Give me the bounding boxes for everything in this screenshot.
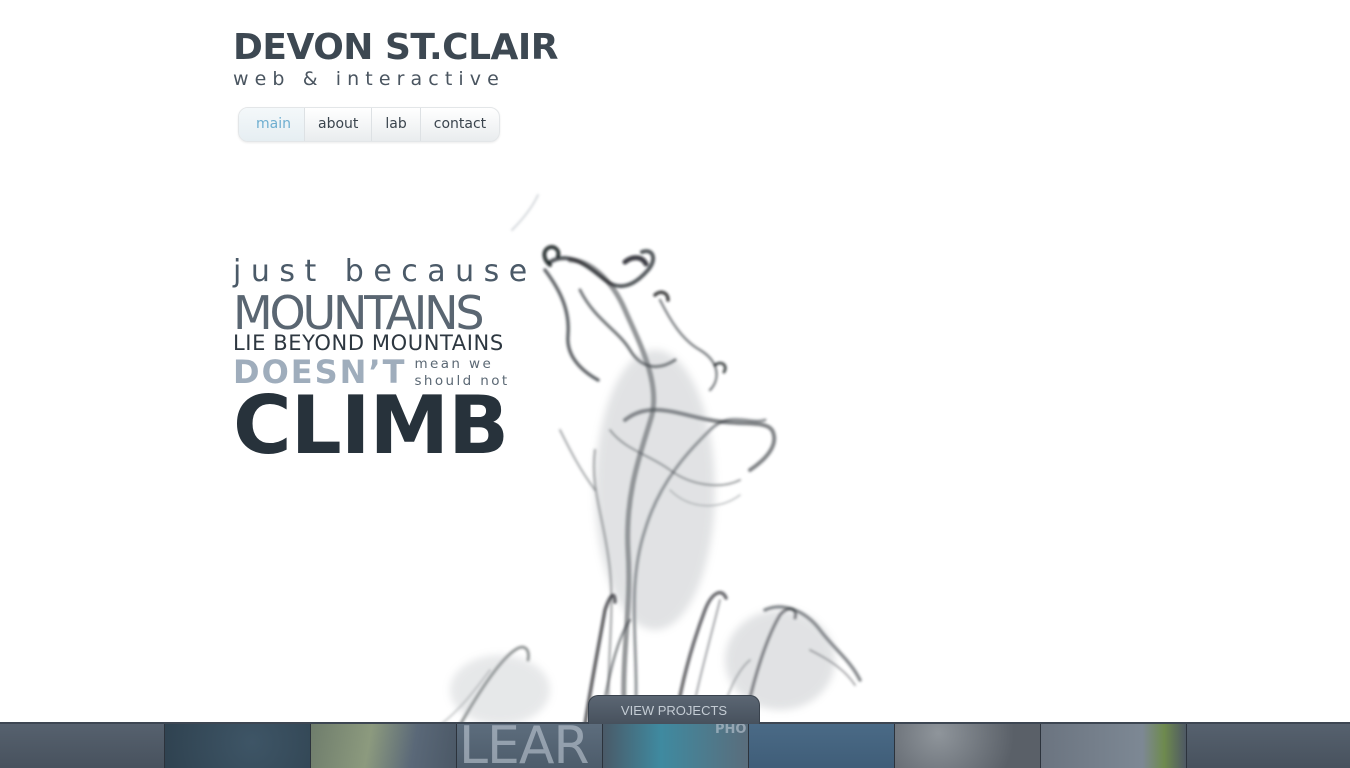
project-thumb-4[interactable]: LEAR [457, 724, 603, 768]
nav-item-contact[interactable]: contact [419, 108, 499, 141]
view-projects-button[interactable]: VIEW PROJECTS [588, 695, 760, 724]
logo-tagline: web & interactive [233, 68, 505, 90]
project-thumb-7[interactable] [895, 724, 1041, 768]
project-thumb-8[interactable] [1041, 724, 1187, 768]
project-thumb-1[interactable] [0, 724, 165, 768]
logo-name: DEVON ST.CLAIR [233, 27, 559, 68]
main-nav: main about lab contact [238, 107, 501, 142]
quote-small-a: mean we [414, 356, 494, 372]
quote-line-1: just because [233, 254, 537, 289]
nav-item-about[interactable]: about [303, 108, 371, 141]
project-thumb-6[interactable] [749, 724, 895, 768]
quote-climb: CLIMB [233, 379, 509, 472]
hero-quote: just because MOUNTAINS LIE BEYOND MOUNTA… [233, 254, 533, 466]
project-thumb-3[interactable] [311, 724, 457, 768]
projects-strip: LEAR PHO [0, 722, 1350, 768]
project-thumb-text: PHO [715, 724, 747, 737]
site-logo[interactable]: DEVON ST.CLAIR web & interactive [233, 27, 559, 91]
project-thumb-9[interactable] [1187, 724, 1350, 768]
nav-item-main[interactable]: main [239, 108, 304, 141]
quote-line-3: LIE BEYOND MOUNTAINS [233, 331, 504, 355]
project-thumb-2[interactable] [165, 724, 311, 768]
page: DEVON ST.CLAIR web & interactive main ab… [0, 0, 1350, 768]
project-thumb-5[interactable]: PHO [603, 724, 749, 768]
nav-item-lab[interactable]: lab [371, 108, 419, 141]
project-thumb-text: LEAR [459, 724, 590, 768]
quote-line-2: MOUNTAINS [233, 286, 485, 340]
